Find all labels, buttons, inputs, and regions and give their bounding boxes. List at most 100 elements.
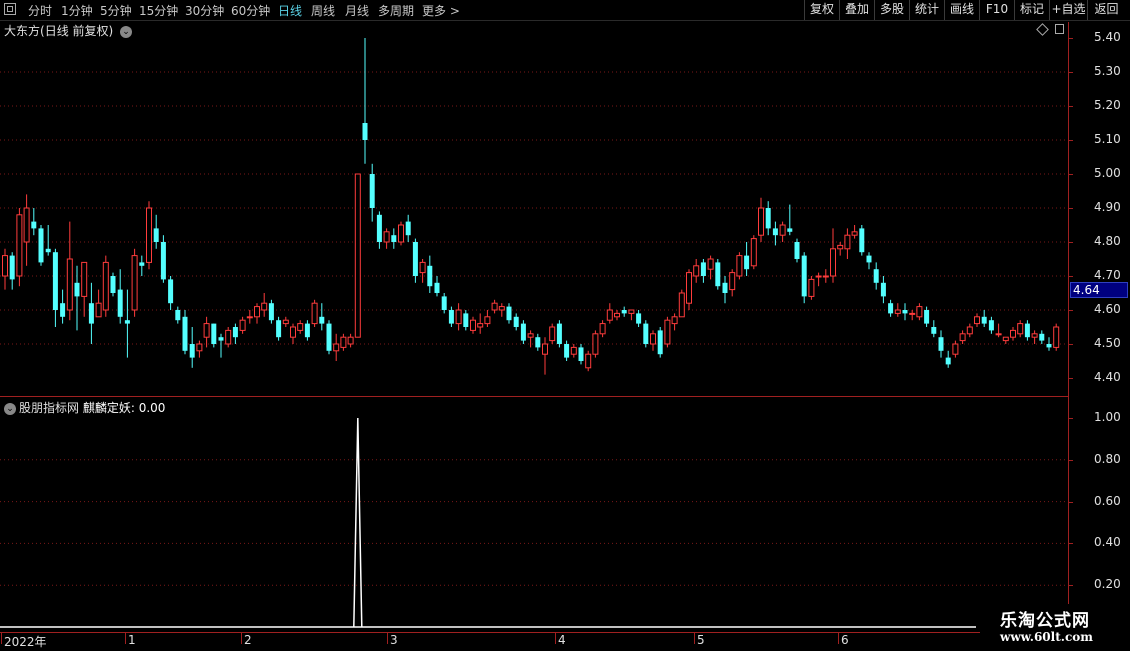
candle-body	[621, 310, 627, 314]
candle	[693, 259, 700, 283]
candle-body	[822, 275, 829, 278]
indicator-value: 麒麟定妖: 0.00	[82, 401, 166, 415]
y-tick	[1069, 208, 1073, 209]
candle	[333, 333, 340, 361]
candle	[866, 252, 872, 270]
candle	[9, 252, 15, 290]
candle	[434, 276, 440, 297]
candle-body	[189, 344, 195, 358]
date-tick	[694, 632, 695, 644]
candle-body	[419, 261, 426, 274]
y-tick-label: 4.50	[1094, 336, 1121, 350]
y-tick	[1069, 459, 1073, 461]
main-grid	[0, 71, 1068, 345]
candle-body	[333, 343, 340, 352]
candle	[636, 310, 642, 327]
candle-body	[636, 313, 642, 324]
candle	[189, 327, 195, 368]
candle-body	[722, 282, 728, 293]
candle-body	[729, 272, 736, 291]
y-tick-label: 1.00	[1094, 410, 1121, 424]
candle-body	[2, 255, 8, 277]
candle	[304, 320, 310, 341]
candle-body	[1053, 326, 1060, 348]
candle-body	[470, 319, 476, 331]
candle-body	[484, 316, 491, 325]
candle	[664, 316, 671, 348]
candle-body	[801, 255, 807, 297]
candle-body	[304, 323, 310, 338]
candle-body	[498, 306, 505, 311]
chevron-down-icon[interactable]: ⌄	[4, 402, 16, 415]
candle-body	[902, 310, 908, 314]
candle	[556, 320, 562, 348]
candle-body	[153, 228, 159, 242]
candle-body	[246, 316, 253, 319]
candle	[139, 255, 145, 276]
candle	[837, 242, 844, 256]
candle-body	[347, 336, 354, 345]
y-tick	[1069, 106, 1073, 107]
candle	[570, 344, 577, 358]
candle-body	[606, 309, 613, 321]
date-label: 6	[841, 633, 849, 647]
candle-body	[614, 312, 620, 318]
candle-body	[556, 323, 562, 344]
candle-body	[650, 333, 656, 345]
candle	[124, 289, 130, 358]
candle-body	[527, 333, 534, 338]
candle	[787, 204, 793, 236]
candle-body	[678, 292, 685, 318]
candle	[168, 276, 174, 310]
candle	[822, 269, 829, 283]
candle	[81, 261, 88, 317]
candle-body	[794, 242, 800, 259]
candle-body	[520, 323, 526, 341]
y-tick-label: 5.30	[1094, 64, 1121, 78]
y-tick-label: 4.70	[1094, 268, 1121, 282]
candle-body	[160, 242, 166, 280]
candle	[31, 208, 37, 236]
candle	[319, 303, 325, 331]
candle-body	[736, 255, 743, 277]
candle-body	[981, 316, 987, 324]
candle-body	[182, 316, 188, 351]
candle-body	[830, 248, 836, 277]
candle-body	[888, 303, 894, 314]
indicator-source: 股朋指标网	[19, 401, 80, 415]
candle-body	[23, 207, 30, 243]
y-tick	[1069, 276, 1073, 277]
candle-body	[772, 228, 778, 236]
date-label: 2	[244, 633, 252, 647]
candle-body	[139, 262, 145, 266]
tool-back[interactable]: 返回	[1087, 0, 1125, 20]
candle-body	[779, 224, 786, 236]
candle	[376, 211, 382, 249]
y-tick	[1069, 242, 1073, 243]
candle	[606, 303, 613, 324]
candle-body	[369, 174, 375, 208]
y-tick-label: 5.20	[1094, 98, 1121, 112]
candle	[578, 344, 584, 365]
candle	[354, 173, 361, 338]
candle-body	[477, 323, 484, 328]
y-tick-label: 4.40	[1094, 370, 1121, 384]
candle-body	[700, 262, 706, 276]
candle-body	[988, 320, 994, 331]
candle	[765, 201, 771, 236]
candle	[678, 289, 685, 318]
candle-body	[9, 255, 15, 280]
candle	[218, 333, 224, 358]
candle	[66, 221, 73, 321]
candle-body	[38, 228, 44, 263]
candle-body	[952, 343, 959, 355]
candle	[1053, 323, 1060, 351]
candle	[282, 316, 289, 327]
date-axis	[0, 632, 1069, 651]
y-tick	[1069, 378, 1073, 379]
candle	[16, 208, 23, 287]
candle-body	[750, 238, 757, 267]
candle	[549, 323, 556, 344]
candle-body	[765, 208, 771, 229]
candle	[146, 201, 152, 270]
